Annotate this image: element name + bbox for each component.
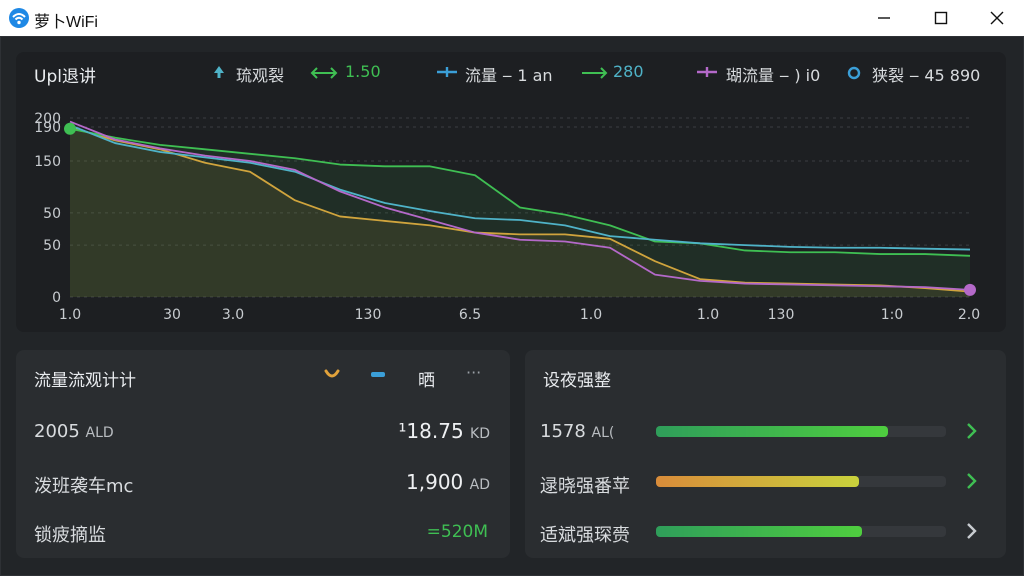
- stats-row-value: 1,900 AD: [406, 470, 490, 494]
- orange-dot-icon[interactable]: [324, 368, 340, 384]
- up-arrow-icon: [214, 66, 224, 78]
- y-tick-label: 190: [34, 120, 61, 136]
- circle-icon: [847, 66, 861, 80]
- x-tick-label: 2.0: [958, 307, 980, 323]
- series-end-point: [964, 283, 976, 296]
- cross-icon: [697, 67, 717, 77]
- close-button[interactable]: [973, 0, 1021, 36]
- level-bar-fill: [656, 526, 862, 537]
- x-tick-label: 130: [768, 307, 795, 323]
- maximize-icon: [934, 11, 948, 25]
- legend-item-4: 280: [613, 62, 644, 81]
- stats-row-value: =520M: [426, 522, 488, 542]
- x-tick-label: 3.0: [222, 307, 244, 323]
- level-bar[interactable]: [656, 426, 946, 437]
- settings-row-label: 1578 AL(: [540, 421, 615, 442]
- x-tick-label: 130: [355, 307, 382, 323]
- stats-row-label: 泼班袭车mc: [34, 476, 134, 497]
- chart-title: Upl退讲: [34, 67, 96, 87]
- level-bar-fill: [656, 476, 859, 487]
- minimize-icon: [878, 17, 890, 19]
- cross-icon: [437, 67, 457, 77]
- series-start-point: [64, 122, 76, 135]
- level-bar[interactable]: [656, 476, 946, 487]
- settings-panel-title: 设夜强整: [543, 371, 611, 391]
- stats-row-label: 2005 ALD: [34, 421, 114, 442]
- legend-item-2: 1.50: [345, 62, 381, 81]
- level-bar-fill: [656, 426, 888, 437]
- legend-item-3: 流量 ‒ 1 an: [465, 66, 553, 85]
- blue-dash-icon[interactable]: [370, 368, 390, 384]
- chevron-right-icon[interactable]: [964, 422, 980, 440]
- stats-row-label: 锁疲摘监: [34, 525, 106, 546]
- stats-row-value: ¹18.75 KD: [398, 419, 490, 443]
- y-tick-label: 0: [52, 290, 61, 306]
- close-icon: [990, 11, 1004, 25]
- title-bar: 萝卜WiFi: [0, 0, 1024, 36]
- legend-item-1: 琉观裂: [236, 66, 285, 85]
- x-tick-label: 30: [163, 307, 181, 323]
- stats-header-text[interactable]: 晒: [418, 366, 435, 391]
- x-tick-label: 1.0: [697, 307, 719, 323]
- x-tick-label: 1.0: [580, 307, 602, 323]
- y-tick-label: 150: [34, 154, 61, 170]
- x-tick-label: 6.5: [459, 307, 481, 323]
- legend-item-5: 瑚流量 ‒ ) i0: [726, 66, 821, 85]
- more-options-icon[interactable]: ···: [466, 363, 481, 382]
- window-title: 萝卜WiFi: [34, 14, 98, 31]
- chevron-right-icon[interactable]: [964, 522, 980, 540]
- legend-item-6: 狭裂 ‒ 45 890: [872, 66, 981, 85]
- x-tick-label: 1:0: [881, 307, 904, 323]
- line-chart: 200190150505001.0 30 3.0 130 6.5 1.0 1.0 130 1:0…: [34, 111, 980, 323]
- double-arrow-icon: [310, 67, 338, 79]
- y-tick-label: 50: [43, 238, 61, 254]
- arrow-right-icon: [582, 67, 608, 79]
- x-tick-label: 1.0: [59, 307, 81, 323]
- wifi-logo-icon: [9, 8, 29, 28]
- y-tick-label: 50: [43, 206, 61, 222]
- chevron-right-icon[interactable]: [964, 472, 980, 490]
- minimize-button[interactable]: [860, 0, 908, 36]
- level-bar[interactable]: [656, 526, 946, 537]
- settings-row-label: 适斌强琛赍: [540, 525, 630, 546]
- stats-panel-title: 流量流观计计: [34, 371, 136, 391]
- settings-row-label: 逯晓强番苹: [540, 476, 630, 497]
- maximize-button[interactable]: [917, 0, 965, 36]
